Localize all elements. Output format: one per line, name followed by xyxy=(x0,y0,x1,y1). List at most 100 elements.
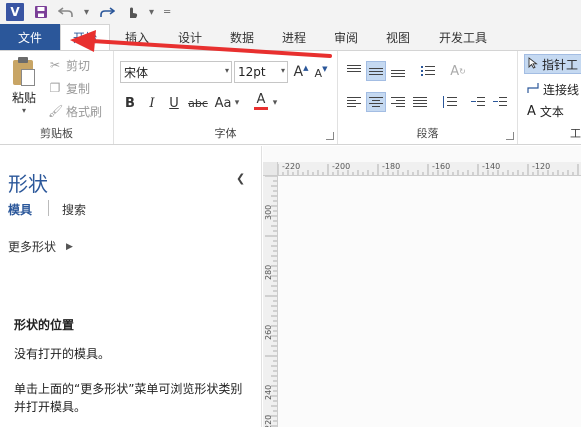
align-right-button[interactable] xyxy=(388,92,408,112)
ruler-h-label: -120 xyxy=(532,162,551,171)
font-name-combo[interactable]: 宋体 ▾ xyxy=(120,61,232,83)
font-color-icon: A xyxy=(256,91,266,107)
open-stencil-hint-text: 并打开模具。 xyxy=(14,400,87,414)
align-bottom-button[interactable] xyxy=(388,61,408,81)
text-direction-button[interactable]: A ↻ xyxy=(448,61,468,81)
clipboard-group: 粘贴 ▾ ✂ 剪切 ❐ 复制 🖌 格式刷 剪贴板 xyxy=(0,51,114,144)
cut-button[interactable]: ✂ 剪切 xyxy=(48,56,90,74)
align-bottom-icon xyxy=(391,65,405,77)
pointer-tool-button[interactable]: 指针工 xyxy=(524,54,581,74)
collapse-pane-icon[interactable]: ❮ xyxy=(236,172,245,185)
save-icon[interactable] xyxy=(34,3,48,21)
tab-insert[interactable]: 插入 xyxy=(110,24,164,50)
font-color-swatch xyxy=(254,106,268,110)
text-tool-icon: A xyxy=(527,103,536,119)
more-shapes-hint-text: 单击上面的“更多形状”菜单可浏览形状类别 xyxy=(14,382,243,396)
tab-file[interactable]: 文件 xyxy=(0,24,60,50)
font-size-combo[interactable]: 12pt ▾ xyxy=(234,61,288,83)
strikethrough-icon: abc xyxy=(188,96,208,110)
ruler-v-label: 280 xyxy=(264,264,273,280)
bullets-button[interactable] xyxy=(418,61,438,81)
redo-icon[interactable] xyxy=(99,3,116,21)
tab-home[interactable]: 开始 xyxy=(60,24,110,50)
tab-stencils[interactable]: 模具 xyxy=(8,201,32,218)
decrease-indent-icon xyxy=(471,96,485,108)
align-middle-button[interactable] xyxy=(366,61,386,81)
chevron-right-icon: ▶ xyxy=(66,241,73,252)
change-case-button[interactable]: Aa xyxy=(212,93,234,113)
tab-divider xyxy=(48,200,49,216)
align-left-button[interactable] xyxy=(344,92,364,112)
undo-dropdown-icon[interactable]: ▾ xyxy=(84,3,89,21)
visio-icon[interactable]: V xyxy=(6,3,24,21)
italic-button[interactable]: I xyxy=(144,93,160,113)
bold-button[interactable]: B xyxy=(122,93,138,113)
tab-review[interactable]: 审阅 xyxy=(320,24,372,50)
paste-label: 粘贴 xyxy=(11,91,36,105)
tab-developer[interactable]: 开发工具 xyxy=(424,24,502,50)
tab-data[interactable]: 数据 xyxy=(216,24,268,50)
paste-button[interactable]: 粘贴 ▾ xyxy=(6,57,42,119)
tab-search[interactable]: 搜索 xyxy=(62,201,86,218)
ribbon-tabs: 文件 开始 插入 设计 数据 进程 审阅 视图 开发工具 xyxy=(0,24,581,50)
text-direction-icon: A xyxy=(450,63,460,79)
undo-icon[interactable] xyxy=(58,3,74,21)
justify-icon xyxy=(413,96,427,108)
touch-dropdown-icon[interactable]: ▾ xyxy=(149,3,154,21)
align-center-button[interactable] xyxy=(366,92,386,112)
increase-indent-icon xyxy=(493,96,507,108)
underline-icon: U xyxy=(169,95,179,111)
tab-view[interactable]: 视图 xyxy=(372,24,424,50)
font-color-dropdown-icon[interactable]: ▾ xyxy=(271,93,279,113)
connector-tool-button[interactable]: 连接线 xyxy=(524,79,579,99)
copy-icon: ❐ xyxy=(49,81,61,95)
ruler-h-label: -140 xyxy=(482,162,501,171)
vertical-ruler[interactable]: 300 280 260 240 220 xyxy=(263,176,278,427)
ruler-h-label: -180 xyxy=(382,162,401,171)
ruler-h-label: -160 xyxy=(432,162,451,171)
bullets-icon xyxy=(421,65,435,77)
grow-font-button[interactable]: A ▲ xyxy=(292,62,310,82)
copy-button[interactable]: ❐ 复制 xyxy=(48,79,90,97)
grow-font-icon: A xyxy=(293,64,304,80)
justify-button[interactable] xyxy=(410,92,430,112)
strikethrough-button[interactable]: abc xyxy=(186,93,210,113)
font-color-button[interactable]: A xyxy=(252,91,270,111)
paragraph-dialog-launcher-icon[interactable] xyxy=(506,132,514,140)
more-shapes-menu[interactable]: 更多形状 ▶ xyxy=(8,238,73,255)
line-spacing-button[interactable] xyxy=(440,92,460,112)
touch-mode-icon[interactable] xyxy=(125,3,139,21)
tab-design[interactable]: 设计 xyxy=(164,24,216,50)
align-top-icon xyxy=(347,65,361,77)
align-top-button[interactable] xyxy=(344,61,364,81)
scissors-icon: ✂ xyxy=(49,58,61,72)
paste-dropdown-icon[interactable]: ▾ xyxy=(6,106,42,115)
font-dialog-launcher-icon[interactable] xyxy=(326,132,334,140)
shrink-font-icon: A xyxy=(314,66,323,80)
font-size-dropdown-icon[interactable]: ▾ xyxy=(281,66,285,75)
format-painter-icon: 🖌 xyxy=(48,104,64,118)
quick-access-toolbar: V ▾ ▾ ═ xyxy=(0,0,581,24)
format-painter-button[interactable]: 🖌 格式刷 xyxy=(48,102,102,120)
text-tool-button[interactable]: A 文本 xyxy=(524,101,564,121)
copy-label: 复制 xyxy=(66,81,91,96)
shrink-font-button[interactable]: A ▼ xyxy=(312,63,330,83)
drawing-area: -220 -200 -180 -160 -140 -120 300 280 26… xyxy=(263,146,581,427)
tab-process[interactable]: 进程 xyxy=(268,24,320,50)
drawing-canvas[interactable] xyxy=(278,176,581,427)
ruler-v-label: 220 xyxy=(264,414,273,427)
bold-icon: B xyxy=(125,95,135,111)
change-case-dropdown-icon[interactable]: ▾ xyxy=(233,93,241,113)
more-shapes-label: 更多形状 xyxy=(8,240,57,254)
decrease-indent-button[interactable] xyxy=(468,92,488,112)
horizontal-ruler[interactable]: -220 -200 -180 -160 -140 -120 xyxy=(278,162,581,176)
align-center-icon xyxy=(369,96,383,108)
connector-tool-label: 连接线 xyxy=(543,82,580,97)
underline-button[interactable]: U xyxy=(166,93,182,113)
font-name-dropdown-icon[interactable]: ▾ xyxy=(225,66,229,75)
increase-indent-button[interactable] xyxy=(490,92,510,112)
cut-label: 剪切 xyxy=(66,58,91,73)
ruler-v-label: 260 xyxy=(264,324,273,340)
customize-qat-icon[interactable]: ═ xyxy=(164,3,170,21)
ruler-v-label: 300 xyxy=(264,204,273,220)
